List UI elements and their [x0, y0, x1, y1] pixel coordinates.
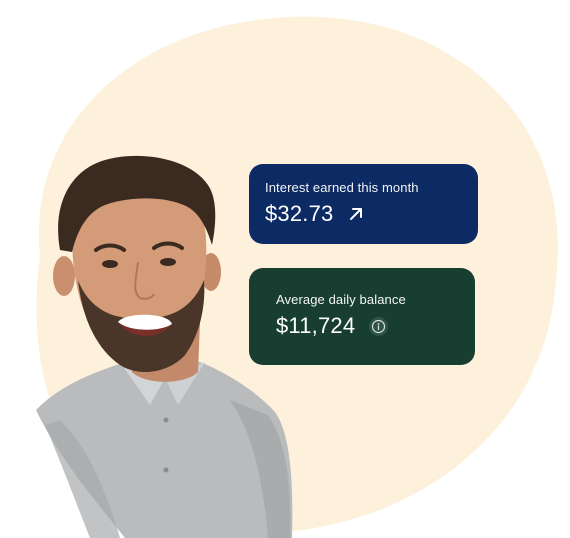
interest-earned-value-row: $32.73: [265, 201, 462, 227]
average-balance-value-row: $11,724: [276, 313, 449, 339]
hero-visual: Interest earned this month $32.73 Averag…: [0, 0, 570, 538]
interest-earned-value: $32.73: [265, 201, 334, 226]
arrow-up-right-icon: [348, 206, 364, 222]
average-balance-label: Average daily balance: [276, 292, 406, 307]
interest-earned-card: Interest earned this month $32.73: [249, 164, 478, 244]
interest-earned-label: Interest earned this month: [265, 180, 419, 195]
average-balance-value: $11,724: [276, 313, 356, 338]
info-icon[interactable]: [369, 316, 389, 336]
average-balance-card: Average daily balance $11,724: [249, 268, 475, 365]
